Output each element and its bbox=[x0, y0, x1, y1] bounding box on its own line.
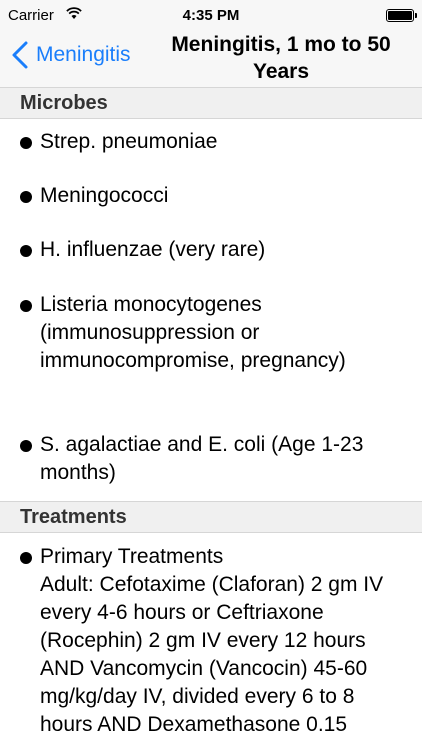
section-header-treatments: Treatments bbox=[0, 501, 422, 533]
chevron-left-icon bbox=[12, 41, 28, 69]
list-item-text: Meningococci bbox=[40, 184, 169, 207]
list-item-text: Listeria monocytogenes (immunosuppressio… bbox=[40, 293, 346, 372]
list-item-text: H. influenzae (very rare) bbox=[40, 238, 266, 261]
battery-icon bbox=[386, 9, 414, 22]
list-item: S. agalactiae and E. coli (Age 1-23 mont… bbox=[20, 431, 410, 487]
list-item: H. influenzae (very rare) bbox=[20, 236, 410, 264]
list-item-text: Strep. pneumoniae bbox=[40, 130, 218, 153]
status-bar: Carrier 4:35 PM bbox=[0, 0, 422, 30]
bullet bbox=[20, 440, 32, 452]
back-button[interactable]: Meningitis bbox=[8, 38, 131, 72]
list-item: Primary Treatments Adult: Cefotaxime (Cl… bbox=[20, 543, 410, 739]
status-time: 4:35 PM bbox=[182, 7, 240, 24]
bullet bbox=[20, 300, 32, 312]
bullet bbox=[20, 191, 32, 203]
battery-tip bbox=[415, 13, 417, 18]
top-bar: Carrier 4:35 PM Meningitis Meningitis, 1… bbox=[0, 0, 422, 88]
list-item: Strep. pneumoniae bbox=[20, 128, 410, 156]
list-item-text: S. agalactiae and E. coli (Age 1-23 mont… bbox=[40, 433, 364, 484]
bullet bbox=[20, 552, 32, 564]
back-label: Meningitis bbox=[36, 43, 131, 66]
section-header-microbes: Microbes bbox=[0, 87, 422, 119]
list-item: Listeria monocytogenes (immunosuppressio… bbox=[20, 291, 410, 375]
list-item-text: Primary Treatments Adult: Cefotaxime (Cl… bbox=[40, 545, 384, 736]
list-item: Meningococci bbox=[20, 182, 410, 210]
page-title: Meningitis, 1 mo to 50 Years bbox=[171, 33, 391, 83]
bullet bbox=[20, 137, 32, 149]
bullet bbox=[20, 245, 32, 257]
